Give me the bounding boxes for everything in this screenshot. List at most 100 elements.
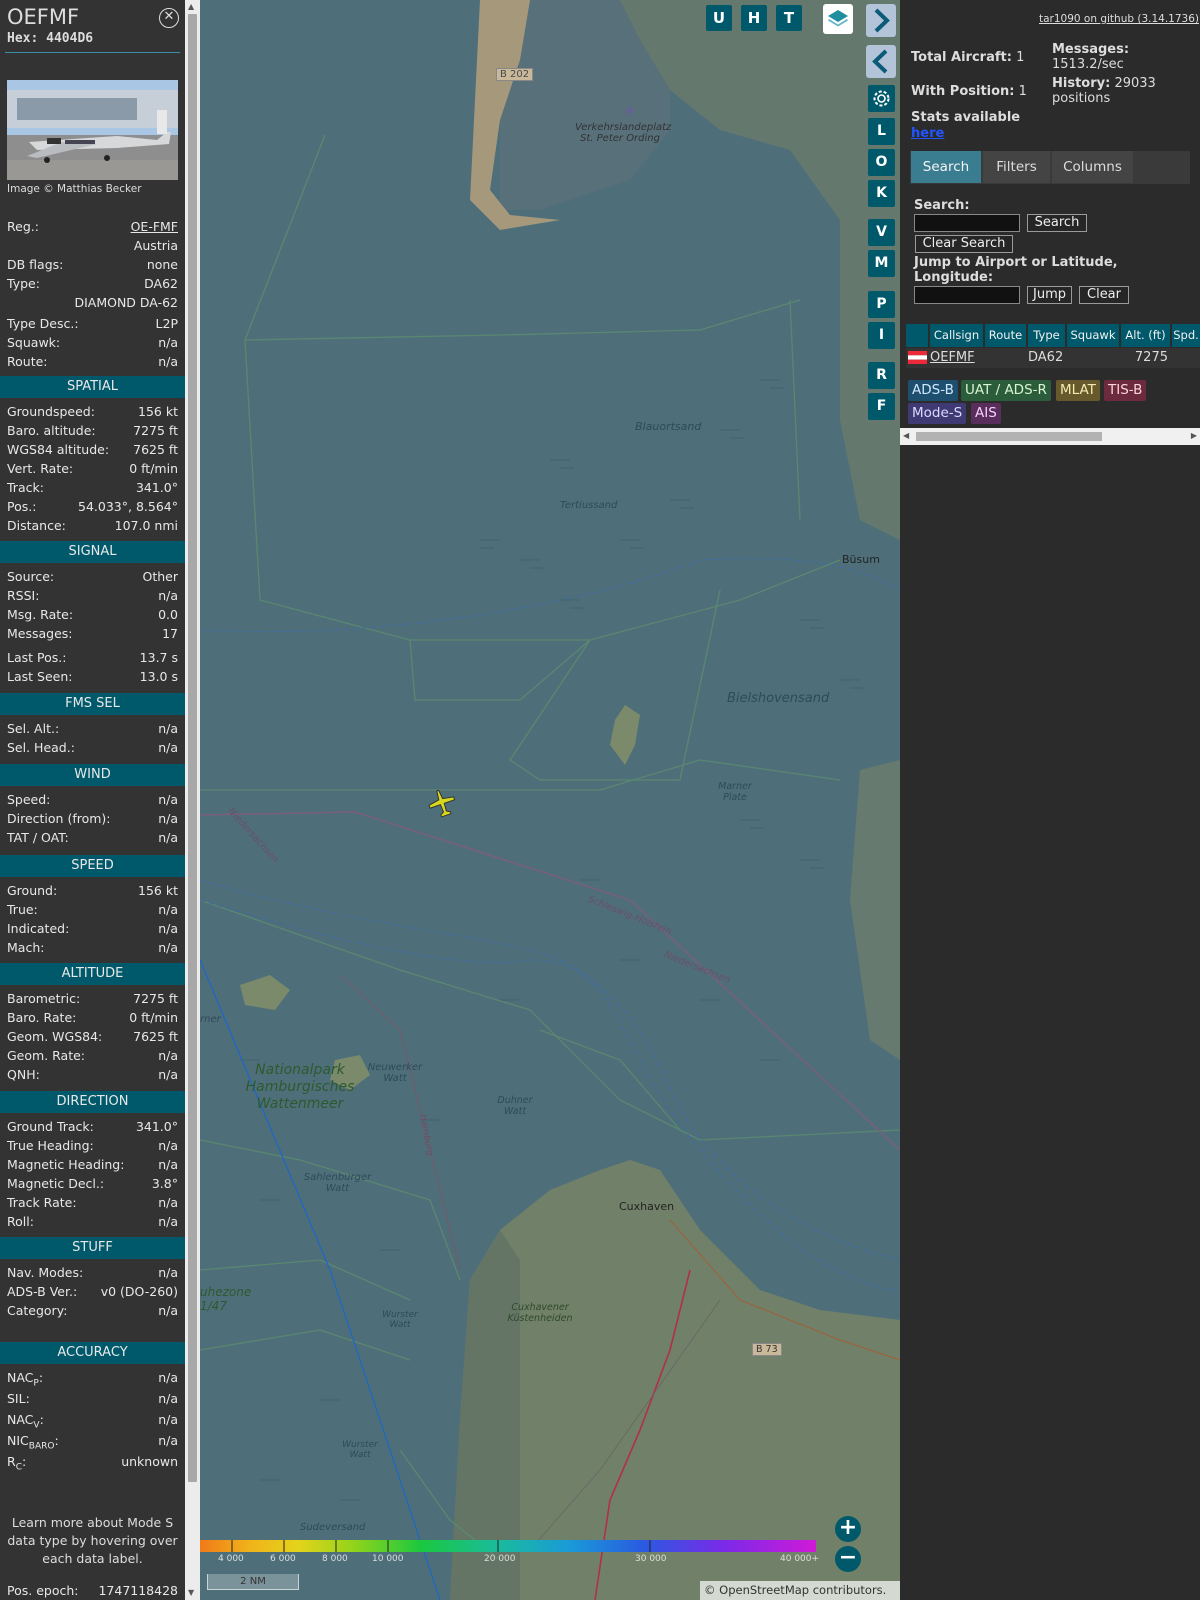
info-row-value: n/a	[158, 1067, 178, 1082]
tab-filters[interactable]: Filters	[983, 151, 1050, 183]
info-row-label-main: NAC	[7, 1370, 34, 1385]
table-header-squawk[interactable]: Squawk	[1067, 324, 1119, 347]
chevron-left-icon[interactable]	[866, 45, 896, 78]
section-header-wind[interactable]: WIND	[0, 764, 185, 786]
table-header-route[interactable]: Route	[985, 324, 1026, 347]
chevron-right-icon[interactable]	[866, 4, 896, 37]
source-badge[interactable]: MLAT	[1056, 380, 1100, 401]
clear-search-button[interactable]: Clear Search	[915, 235, 1013, 253]
toggle-p-button[interactable]: P	[868, 291, 895, 318]
color-tick: 30 000	[635, 1554, 667, 1564]
tab-columns[interactable]: Columns	[1052, 151, 1133, 183]
info-row: Direction (from): n/a	[7, 810, 178, 828]
jump-input[interactable]	[914, 286, 1020, 304]
toggle-h-button[interactable]: H	[741, 5, 767, 31]
table-header-speed[interactable]: Spd.	[1172, 324, 1200, 347]
info-row-label: Magnetic Heading:	[7, 1157, 125, 1172]
table-header-altitude[interactable]: Alt. (ft)	[1121, 324, 1170, 347]
info-row-value: n/a	[158, 811, 178, 826]
source-badge[interactable]: AIS	[971, 403, 1001, 424]
stats-link[interactable]: here	[911, 126, 944, 141]
table-header-flag[interactable]	[906, 324, 928, 347]
info-row: Track: 341.0°	[7, 479, 178, 497]
info-row-label: DB flags:	[7, 257, 64, 272]
map-label: Nationalpark Hamburgisches Wattenmeer	[245, 1062, 355, 1112]
info-row-value[interactable]: OE-FMF	[131, 218, 178, 236]
table-horizontal-scrollbar[interactable]: ◀ ▶	[900, 428, 1200, 445]
search-button[interactable]: Search	[1027, 214, 1087, 232]
source-badge[interactable]: ADS-B	[908, 380, 958, 401]
info-row-label: Msg. Rate:	[7, 607, 74, 622]
total-aircraft-value: 1	[1016, 50, 1025, 65]
photo-credit: Image © Matthias Becker	[7, 183, 142, 195]
hex-value: 4404D6	[46, 31, 94, 46]
source-badge[interactable]: Mode-S	[908, 403, 967, 424]
toggle-f-button[interactable]: F	[868, 393, 895, 420]
toggle-i-button[interactable]: I	[868, 322, 895, 349]
info-row-value: 54.033°, 8.564°	[78, 499, 178, 514]
stats-available: Stats available	[911, 110, 1020, 125]
layers-icon[interactable]	[823, 4, 853, 34]
stats-label: Stats available	[911, 110, 1021, 125]
scroll-up-icon[interactable]: ▲	[188, 2, 194, 11]
airplane-icon[interactable]	[427, 788, 457, 818]
header-divider	[5, 52, 180, 53]
info-row-label: Vert. Rate:	[7, 461, 74, 476]
scrollbar-thumb[interactable]	[188, 14, 197, 1482]
plus-icon[interactable]: +	[835, 1516, 861, 1542]
toggle-l-button[interactable]: L	[868, 118, 895, 145]
info-row-label: Ground:	[7, 883, 58, 898]
toggle-r-button[interactable]: R	[868, 362, 895, 389]
toggle-k-button[interactable]: K	[868, 180, 895, 207]
map-view[interactable]: B 202 Verkehrslandeplatz St. Peter Ordin…	[200, 0, 900, 1600]
with-position-stat: With Position: 1	[911, 84, 1027, 99]
info-row: True Heading: n/a	[7, 1137, 178, 1155]
table-header-callsign[interactable]: Callsign	[930, 324, 983, 347]
section-header-altitude[interactable]: ALTITUDE	[0, 963, 185, 985]
toggle-v-button[interactable]: V	[868, 219, 895, 246]
section-header-accuracy[interactable]: ACCURACY	[0, 1342, 185, 1364]
section-header-speed[interactable]: SPEED	[0, 855, 185, 877]
source-badge[interactable]: TIS-B	[1104, 380, 1147, 401]
aircraft-photo[interactable]	[7, 80, 178, 180]
scroll-right-icon[interactable]: ▶	[1191, 431, 1197, 440]
source-badge[interactable]: UAT / ADS-R	[961, 380, 1051, 401]
tab-search[interactable]: Search	[911, 151, 981, 183]
scroll-left-icon[interactable]: ◀	[903, 431, 909, 440]
info-row: Austria	[7, 237, 178, 255]
map-label: rner	[200, 1014, 221, 1025]
info-panel-scrollbar[interactable]: ▲ ▼	[185, 0, 200, 1600]
toggle-u-button[interactable]: U	[706, 5, 732, 31]
info-row-label: Roll:	[7, 1214, 34, 1229]
section-header-spatial[interactable]: SPATIAL	[0, 376, 185, 398]
toggle-t-button[interactable]: T	[776, 5, 802, 31]
close-icon[interactable]: ✕	[159, 8, 179, 28]
section-header-signal[interactable]: SIGNAL	[0, 541, 185, 563]
clear-button[interactable]: Clear	[1079, 286, 1129, 304]
row-callsign[interactable]: OEFMF	[930, 348, 975, 368]
jump-button[interactable]: Jump	[1027, 286, 1072, 304]
info-row-label-sub: P	[33, 1378, 39, 1389]
info-row: Distance: 107.0 nmi	[7, 517, 178, 535]
github-link[interactable]: tar1090 on github (3.14.1736)	[1039, 13, 1199, 25]
section-header-fms-sel[interactable]: FMS SEL	[0, 693, 185, 715]
section-header-direction[interactable]: DIRECTION	[0, 1091, 185, 1113]
table-header-type[interactable]: Type	[1028, 324, 1065, 347]
info-row-label: Type:	[7, 276, 40, 291]
section-header-stuff[interactable]: STUFF	[0, 1237, 185, 1259]
history-label: History:	[1052, 76, 1111, 91]
minus-icon[interactable]: −	[835, 1546, 861, 1572]
search-input[interactable]	[914, 214, 1020, 232]
gear-icon[interactable]	[868, 85, 895, 112]
toggle-m-button[interactable]: M	[868, 250, 895, 277]
info-row-value: 13.0 s	[139, 669, 178, 684]
color-tick: 8 000	[322, 1554, 348, 1564]
color-tick: 6 000	[270, 1554, 296, 1564]
info-row: QNH: n/a	[7, 1066, 178, 1084]
toggle-o-button[interactable]: O	[868, 149, 895, 176]
scrollbar-thumb[interactable]	[916, 432, 1102, 441]
info-row: Last Seen: 13.0 s	[7, 668, 178, 686]
pos-epoch-label: Pos. epoch:	[7, 1583, 79, 1598]
scroll-down-icon[interactable]: ▼	[188, 1588, 194, 1597]
info-row: WGS84 altitude: 7625 ft	[7, 441, 178, 459]
